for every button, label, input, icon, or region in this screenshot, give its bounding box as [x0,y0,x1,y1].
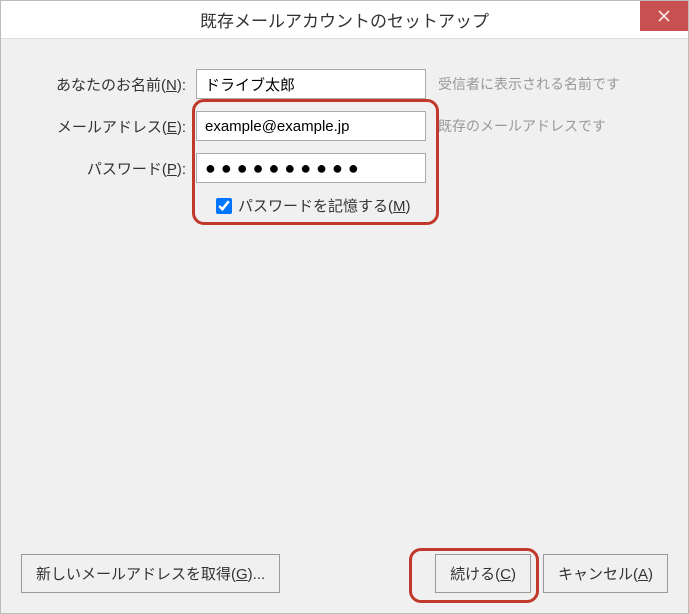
password-row: パスワード(P): [21,153,668,183]
button-bar: 新しいメールアドレスを取得(G)... 続ける(C) キャンセル(A) [21,554,668,593]
cancel-button[interactable]: キャンセル(A) [543,554,668,593]
name-input[interactable] [196,69,426,99]
remember-row: パスワードを記憶する(M) [216,195,668,216]
name-row: あなたのお名前(N): 受信者に表示される名前です [21,69,668,99]
remember-label[interactable]: パスワードを記憶する(M) [238,195,411,216]
continue-button[interactable]: 続ける(C) [435,554,531,593]
dialog-title: 既存メールアカウントのセットアップ [200,7,489,32]
name-label: あなたのお名前(N): [21,74,196,95]
remember-checkbox[interactable] [216,198,232,214]
dialog-content: あなたのお名前(N): 受信者に表示される名前です メールアドレス(E): 既存… [1,39,688,613]
password-label: パスワード(P): [21,158,196,179]
email-hint: 既存のメールアドレスです [438,116,606,136]
password-input[interactable] [196,153,426,183]
close-icon [658,10,670,22]
new-address-button[interactable]: 新しいメールアドレスを取得(G)... [21,554,280,593]
email-input[interactable] [196,111,426,141]
name-hint: 受信者に表示される名前です [438,74,620,94]
email-label: メールアドレス(E): [21,116,196,137]
close-button[interactable] [640,1,688,31]
titlebar: 既存メールアカウントのセットアップ [1,1,688,39]
dialog-window: 既存メールアカウントのセットアップ あなたのお名前(N): 受信者に表示される名… [0,0,689,614]
email-row: メールアドレス(E): 既存のメールアドレスです [21,111,668,141]
